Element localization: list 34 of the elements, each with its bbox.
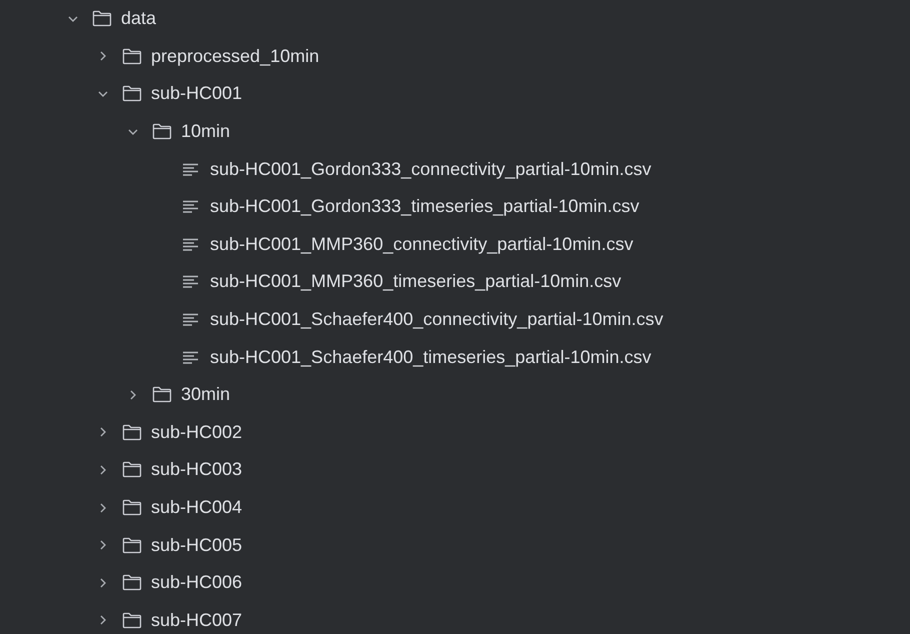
text-file-icon <box>182 350 199 364</box>
folder-icon <box>122 424 142 441</box>
folder-item[interactable]: sub-HC001 <box>0 75 910 113</box>
text-file-icon <box>182 200 199 214</box>
folder-item[interactable]: preprocessed_10min <box>0 38 910 76</box>
folder-icon <box>152 386 172 404</box>
text-file-icon <box>182 238 199 251</box>
file-item[interactable]: sub-HC001_MMP360_connectivity_partial-10min.csv <box>0 226 910 264</box>
folder-icon <box>122 574 142 592</box>
text-file-icon <box>182 275 199 288</box>
folder-icon <box>122 612 142 629</box>
folder-icon <box>122 536 142 554</box>
folder-item[interactable]: sub-HC003 <box>0 451 910 489</box>
file-item[interactable]: sub-HC001_Schaefer400_connectivity_partial-10min.csv <box>0 300 910 338</box>
text-file-icon <box>182 162 199 176</box>
folder-icon <box>122 461 142 478</box>
folder-item[interactable]: 10min <box>0 112 910 150</box>
folder-icon <box>152 123 172 140</box>
folder-item[interactable]: 30min <box>0 376 910 414</box>
file-item[interactable]: sub-HC001_Gordon333_timeseries_partial-10min.csv <box>0 188 910 226</box>
file-item[interactable]: sub-HC001_MMP360_timeseries_partial-10min.csv <box>0 263 910 301</box>
text-file-icon <box>182 313 199 326</box>
folder-item[interactable]: sub-HC007 <box>0 602 910 634</box>
folder-item[interactable]: sub-HC006 <box>0 564 910 602</box>
folder-icon <box>122 48 142 65</box>
folder-item[interactable]: sub-HC004 <box>0 488 910 526</box>
folder-icon <box>122 499 142 516</box>
file-item[interactable]: sub-HC001_Gordon333_connectivity_partial-10min.csv <box>0 150 910 188</box>
folder-icon <box>122 85 142 102</box>
folder-item[interactable]: sub-HC002 <box>0 414 910 452</box>
file-item[interactable]: sub-HC001_Schaefer400_timeseries_partial-10min.csv <box>0 338 910 376</box>
folder-icon <box>92 10 112 28</box>
folder-item[interactable]: sub-HC005 <box>0 526 910 564</box>
folder-item[interactable]: data <box>0 0 910 38</box>
